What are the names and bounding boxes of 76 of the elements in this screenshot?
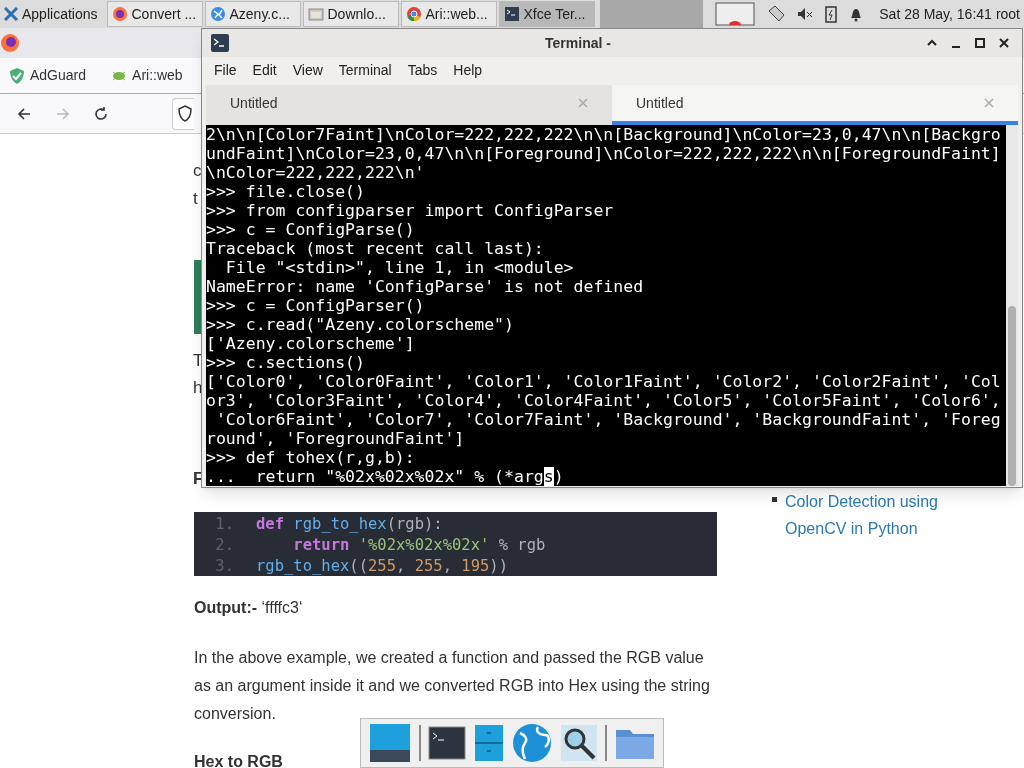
- output-text: Output:- ‘ffffc3‘: [194, 598, 303, 618]
- applications-menu[interactable]: Applications: [22, 3, 102, 25]
- menu-item[interactable]: Terminal: [330, 59, 400, 81]
- terminal-line: 'Color6Faint', 'Color7', 'Color7Faint', 'Background', 'BackgroundFaint', 'Foreg: [214, 410, 1002, 429]
- section-heading: Hex to RGB: [194, 752, 283, 768]
- terminal-line: >>> from configparser import ConfigParser: [206, 201, 615, 220]
- shield-icon: [177, 104, 193, 123]
- terminal-line: >>> c = ConfigParse(): [206, 220, 416, 239]
- xfce-logo-icon: [4, 7, 18, 21]
- terminal-icon: [503, 6, 520, 22]
- taskbar-button[interactable]: Xfce Ter...: [498, 1, 595, 27]
- text-fragment: t: [193, 188, 198, 210]
- code-line: rgb_to_hex((255, 255, 195)): [256, 556, 508, 577]
- terminal-icon: [210, 33, 230, 53]
- terminal-icon[interactable]: [428, 726, 467, 760]
- shield-check-icon: [8, 66, 26, 85]
- article-paragraph: In the above example, we created a function and passed the RGB value as an argument inside it and we converted RGB into Hex using the string conversion.: [194, 648, 711, 724]
- terminal-line: 2\n\n[Color7Faint]\nColor=222,222,222\n\n[Background]\nColor=23,0,47\n\n[Backgro: [206, 125, 1002, 144]
- line-number: 3.: [214, 556, 235, 577]
- terminal-line: or3', 'Color3Faint', 'Color4', 'Color4Faint', 'Color5', 'Color5Faint', 'Color6',: [206, 391, 1002, 410]
- address-field[interactable]: [172, 97, 194, 130]
- taskbar-button[interactable]: Azeny.c...: [204, 1, 301, 27]
- line-number: 2.: [214, 535, 235, 556]
- text-fragment: c: [193, 160, 202, 182]
- code-line: def rgb_to_hex(rgb):: [256, 514, 443, 535]
- terminal-line: undFaint]\nColor=23,0,47\n\n[Foreground]\nColor=222,222,222\n\n[ForegroundFaint]: [206, 144, 1002, 163]
- terminal-line: >>> def tohex(r,g,b):: [206, 448, 416, 467]
- chrome-icon: [405, 6, 422, 22]
- text-fragment: h: [193, 377, 203, 399]
- user-name[interactable]: root: [995, 3, 1024, 25]
- window-title: Terminal -: [544, 33, 612, 53]
- terminal-tab[interactable]: Untitled: [206, 85, 612, 125]
- terminal-line: ... return "%02x%02x%02x" % (*args): [206, 467, 565, 486]
- scrollbar-thumb[interactable]: [1008, 306, 1016, 486]
- workspace-switcher[interactable]: [599, 0, 704, 28]
- terminal-line: >>> c.sections(): [206, 353, 366, 372]
- line-number: 1.: [214, 514, 235, 535]
- reload-icon[interactable]: [92, 104, 110, 123]
- maximize-icon[interactable]: [974, 37, 986, 49]
- bullet-icon: [772, 497, 777, 502]
- code-line: return '%02x%02x%02x' % rgb: [292, 535, 546, 556]
- window-preview-icon[interactable]: [715, 2, 756, 26]
- menu-item[interactable]: Tabs: [399, 59, 446, 81]
- related-link[interactable]: Color Detection using OpenCV in Python: [785, 488, 955, 542]
- terminal-line: File "<stdin>", line 1, in <module>: [224, 258, 575, 277]
- terminal-line: NameError: name 'ConfigParse' is not defined: [206, 277, 645, 296]
- scrollbar[interactable]: [1006, 125, 1018, 486]
- clock[interactable]: Sat 28 May, 16:41: [875, 3, 996, 25]
- taskbar-button[interactable]: Convert ...: [106, 1, 203, 27]
- bookmark[interactable]: Ari::web: [110, 65, 183, 86]
- taskbar-button[interactable]: Ari::web...: [400, 1, 497, 27]
- desktop-icon[interactable]: [368, 722, 411, 764]
- terminal-line: >>> c.read("Azeny.colorscheme"): [206, 315, 515, 334]
- terminal-line: round', 'ForegroundFaint']: [206, 429, 466, 448]
- terminal-line: ['Azeny.colorscheme']: [206, 334, 416, 353]
- search-icon[interactable]: [559, 724, 598, 762]
- folder-icon: [307, 6, 324, 22]
- menu-item[interactable]: View: [284, 59, 331, 81]
- terminal-line: Traceback (most recent call last):: [206, 239, 545, 258]
- bookmark[interactable]: AdGuard: [8, 65, 87, 86]
- menu-item[interactable]: Help: [445, 59, 491, 81]
- battery-icon[interactable]: [825, 5, 838, 23]
- firefox-icon: [111, 6, 128, 22]
- close-icon[interactable]: [998, 37, 1010, 49]
- menu-item[interactable]: Edit: [244, 59, 285, 81]
- terminal-tab[interactable]: Untitled: [612, 85, 1018, 125]
- terminal-line: \nColor=222,222,222\n': [206, 163, 426, 182]
- terminal-line: ['Color0', 'Color0Faint', 'Color1', 'Color1Faint', 'Color2', 'Color2Faint', 'Col: [206, 372, 1002, 391]
- speaker-muted-icon[interactable]: [797, 6, 814, 22]
- file-cabinet-icon[interactable]: [474, 724, 505, 762]
- bell-icon[interactable]: [849, 6, 864, 22]
- menu-item[interactable]: File: [206, 59, 245, 81]
- terminal-line: >>> c = ConfigParser(): [206, 296, 426, 315]
- terminal-line: >>> file.close(): [206, 182, 366, 201]
- taskbar-button[interactable]: Downlo...: [302, 1, 399, 27]
- firefox-icon[interactable]: [0, 33, 20, 53]
